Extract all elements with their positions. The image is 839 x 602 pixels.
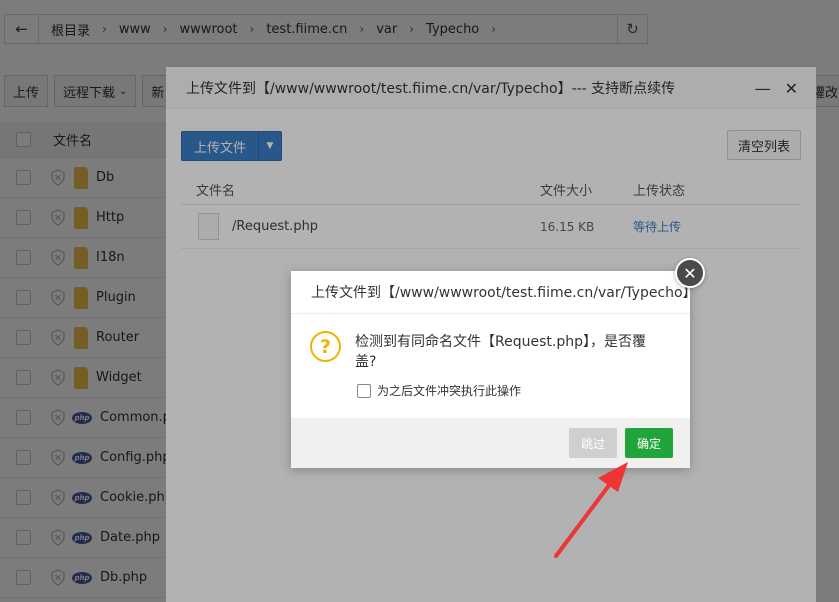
close-icon[interactable]: ✕ <box>675 258 705 288</box>
apply-to-all-label: 为之后文件冲突执行此操作 <box>377 384 522 398</box>
apply-to-all-option[interactable]: 为之后文件冲突执行此操作 <box>357 382 521 399</box>
confirm-message: 检测到有同命名文件【Request.php】，是否覆盖? <box>355 334 646 370</box>
apply-to-all-checkbox[interactable] <box>357 383 371 398</box>
question-icon: ? <box>310 331 341 362</box>
skip-button[interactable]: 跳过 <box>569 428 617 458</box>
confirm-dialog-title: 上传文件到【/www/wwwroot/test.fiime.cn/var/Typ… <box>291 271 690 314</box>
confirm-footer: 跳过 确定 <box>291 418 690 468</box>
confirm-dialog: 上传文件到【/www/wwwroot/test.fiime.cn/var/Typ… <box>291 271 690 468</box>
confirm-button[interactable]: 确定 <box>625 428 673 458</box>
